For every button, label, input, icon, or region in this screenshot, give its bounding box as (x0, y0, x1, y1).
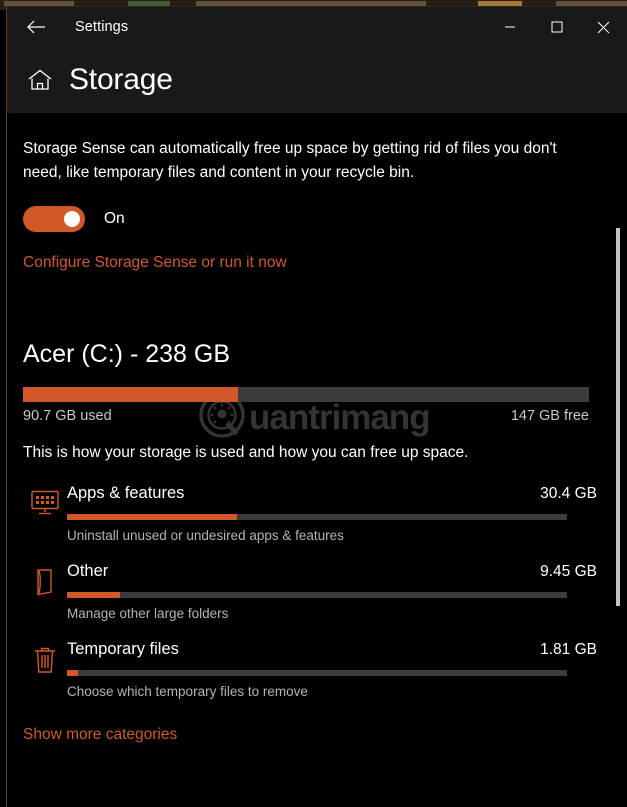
settings-content: Storage Sense can automatically free up … (7, 113, 627, 807)
settings-window: Settings Storage Storage Sense can autom… (6, 6, 627, 807)
app-title: Settings (75, 19, 129, 35)
storage-category-header: Temporary files 1.81 GB (67, 640, 597, 659)
storage-sense-toggle[interactable] (23, 206, 85, 232)
storage-category-body: Apps & features 30.4 GB Uninstall unused o… (67, 484, 627, 543)
storage-sense-toggle-label: On (104, 210, 125, 227)
storage-category-bar (67, 670, 567, 676)
storage-category-row[interactable]: Temporary files 1.81 GB Choose which tempo… (23, 640, 627, 699)
storage-category-bar (67, 514, 567, 520)
minimize-icon (504, 21, 516, 33)
storage-category-subtitle: Uninstall unused or undesired apps & fea… (67, 528, 344, 543)
window-controls (486, 7, 627, 47)
home-icon[interactable] (25, 65, 55, 95)
storage-category-bar-fill (67, 670, 78, 676)
storage-category-size: 30.4 GB (540, 485, 597, 502)
storage-category-bar (67, 592, 567, 598)
title-bar: Settings (7, 7, 627, 47)
content-scrollbar[interactable] (616, 219, 620, 807)
storage-sense-toggle-row: On (23, 206, 627, 232)
back-arrow-icon (26, 19, 46, 35)
maximize-button[interactable] (533, 7, 580, 47)
storage-category-body: Other 9.45 GB Manage other large folders (67, 562, 627, 621)
configure-storage-sense-link[interactable]: Configure Storage Sense or run it now (23, 254, 287, 272)
storage-usage-note: This is how your storage is used and how… (23, 444, 469, 461)
storage-category-subtitle: Choose which temporary files to remove (67, 684, 308, 699)
storage-category-name: Apps & features (67, 484, 185, 502)
maximize-icon (551, 21, 563, 33)
toggle-knob (64, 211, 80, 227)
close-button[interactable] (580, 7, 627, 47)
storage-category-name: Temporary files (67, 640, 179, 658)
storage-category-subtitle: Manage other large folders (67, 606, 229, 621)
storage-category-bar-fill (67, 592, 120, 598)
minimize-button[interactable] (486, 7, 533, 47)
drive-free-label: 147 GB free (510, 408, 589, 424)
page-header: Storage (7, 47, 627, 113)
folder-other-icon (23, 562, 67, 621)
drive-used-label: 90.7 GB used (23, 408, 112, 424)
page-title: Storage (69, 63, 173, 96)
storage-category-name: Other (67, 562, 109, 580)
storage-category-body: Temporary files 1.81 GB Choose which tempo… (67, 640, 627, 699)
storage-category-bar-fill (67, 514, 237, 520)
trash-can-icon (23, 640, 67, 699)
back-button[interactable] (13, 11, 59, 43)
storage-category-list: Apps & features 30.4 GB Uninstall unused o… (23, 484, 627, 699)
scrollbar-thumb[interactable] (616, 228, 620, 606)
storage-sense-description: Storage Sense can automatically free up … (23, 140, 557, 181)
close-icon (597, 21, 610, 34)
storage-category-size: 1.81 GB (540, 641, 597, 658)
storage-category-size: 9.45 GB (540, 563, 597, 580)
drive-title: Acer (C:) - 238 GB (23, 340, 230, 368)
apps-monitor-icon (23, 484, 67, 543)
storage-category-row[interactable]: Apps & features 30.4 GB Uninstall unused o… (23, 484, 627, 543)
show-more-categories-link[interactable]: Show more categories (23, 726, 177, 744)
drive-usage-bar (23, 387, 589, 402)
storage-category-row[interactable]: Other 9.45 GB Manage other large folders (23, 562, 627, 621)
storage-category-header: Apps & features 30.4 GB (67, 484, 597, 503)
drive-usage-fill (23, 387, 239, 402)
storage-category-header: Other 9.45 GB (67, 562, 597, 581)
watermark-text: uantrimang (249, 397, 431, 437)
